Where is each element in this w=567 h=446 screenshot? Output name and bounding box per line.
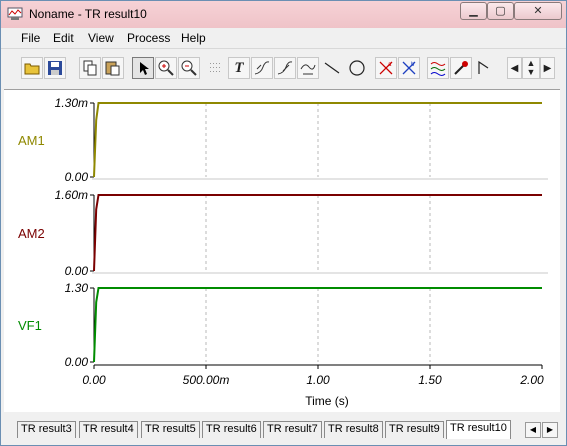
marker-b-button[interactable]: b — [398, 57, 420, 79]
title-bar: Noname - TR result10 ▁ ▢ ✕ — [1, 1, 566, 28]
x-axis-label: Time (s) — [305, 394, 349, 408]
menu-help[interactable]: Help — [181, 31, 206, 45]
tab-tr-result10[interactable]: TR result10 — [446, 420, 511, 439]
x-tick-label: 2.00 — [519, 373, 544, 387]
waveforms-button[interactable] — [427, 57, 449, 79]
app-icon — [7, 7, 23, 20]
line-icon — [324, 62, 340, 74]
zoom-out-icon — [181, 60, 197, 76]
paste-icon — [105, 61, 120, 76]
fit-curve-icon — [300, 64, 316, 75]
window-title: Noname - TR result10 — [29, 7, 147, 21]
close-button[interactable]: ✕ — [514, 2, 562, 20]
menu-view[interactable]: View — [88, 31, 114, 45]
text-tool-button[interactable]: T — [228, 57, 250, 79]
result-tab-bar: TR result3 TR result4 TR result5 TR resu… — [1, 417, 566, 443]
y-tick-label: 0.00 — [65, 170, 89, 184]
tab-next-button[interactable]: ▶ — [542, 422, 558, 438]
tab-tr-result8[interactable]: TR result8 — [324, 421, 383, 438]
zoom-in-icon — [158, 60, 174, 76]
tab-tr-result7[interactable]: TR result7 — [263, 421, 322, 438]
series-label-vf1: VF1 — [18, 318, 42, 333]
select-pointer-button[interactable] — [132, 57, 154, 79]
grid-button[interactable] — [205, 57, 227, 79]
paste-button[interactable] — [102, 57, 124, 79]
menu-bar: File Edit View Process Help — [1, 28, 566, 49]
menu-process[interactable]: Process — [127, 31, 170, 45]
crosshair-b-icon: b — [402, 61, 416, 75]
maximize-button[interactable]: ▢ — [487, 2, 514, 20]
curve-cursor-b-icon — [277, 61, 293, 75]
crosshair-a-icon: a — [379, 61, 393, 75]
curve-fit-button[interactable] — [297, 57, 319, 79]
line-tool-button[interactable] — [321, 57, 343, 79]
tab-tr-result6[interactable]: TR result6 — [202, 421, 261, 438]
series-label-am2: AM2 — [18, 226, 45, 241]
marker-a-button[interactable]: a — [375, 57, 397, 79]
folder-icon — [24, 63, 40, 75]
x-tick-label: 500.00m — [183, 373, 230, 387]
probe-icon — [454, 61, 468, 75]
floppy-icon — [48, 61, 62, 75]
y-tick-label: 1.30 — [65, 281, 89, 295]
y-tick-label: 0.00 — [65, 264, 89, 278]
tab-tr-result9[interactable]: TR result9 — [385, 421, 444, 438]
scroll-left-button[interactable]: ◀ — [507, 57, 522, 79]
cursor-a-button[interactable] — [251, 57, 273, 79]
scroll-updown-button[interactable]: ▲ ▼ — [522, 57, 540, 79]
minimize-button[interactable]: ▁ — [460, 2, 487, 20]
tab-prev-button[interactable]: ◀ — [525, 422, 541, 438]
y-tick-label: 0.00 — [65, 355, 89, 369]
menu-edit[interactable]: Edit — [53, 31, 74, 45]
zoom-out-button[interactable] — [178, 57, 200, 79]
cursor-b-button[interactable] — [274, 57, 296, 79]
tab-tr-result3[interactable]: TR result3 — [17, 421, 76, 438]
flag-icon — [478, 60, 489, 74]
tab-tr-result5[interactable]: TR result5 — [141, 421, 200, 438]
copy-icon — [83, 60, 97, 76]
scroll-right-button[interactable]: ▶ — [540, 57, 555, 79]
probe-button[interactable] — [450, 57, 472, 79]
save-button[interactable] — [44, 57, 66, 79]
circle-tool-button[interactable] — [346, 57, 368, 79]
circle-icon — [349, 60, 365, 76]
x-tick-label: 1.50 — [418, 373, 442, 387]
menu-file[interactable]: File — [21, 31, 40, 45]
flag-button[interactable] — [473, 57, 495, 79]
plot-area: 1.30m 0.00 AM1 1.60m 0.00 AM2 1.30 0.00 VF1 0.00 5… — [4, 89, 560, 412]
series-label-am1: AM1 — [18, 133, 45, 148]
waveform-chart[interactable]: 1.30m 0.00 AM1 1.60m 0.00 AM2 1.30 0.00 VF1 0.00 5… — [4, 90, 560, 412]
x-tick-label: 0.00 — [82, 373, 106, 387]
x-tick-label: 1.00 — [306, 373, 330, 387]
open-folder-button[interactable] — [21, 57, 43, 79]
y-tick-label: 1.60m — [55, 188, 88, 202]
grid-icon — [210, 63, 220, 72]
pointer-icon — [140, 62, 149, 75]
app-window: Noname - TR result10 ▁ ▢ ✕ File Edit Vie… — [0, 0, 567, 446]
tab-tr-result4[interactable]: TR result4 — [79, 421, 138, 438]
waves-icon — [430, 62, 446, 76]
zoom-in-button[interactable] — [155, 57, 177, 79]
copy-button[interactable] — [79, 57, 101, 79]
curve-cursor-icon — [254, 61, 270, 75]
y-tick-label: 1.30m — [55, 96, 88, 110]
toolbar: T a b ◀ ▲ ▼ ▶ — [1, 49, 566, 89]
